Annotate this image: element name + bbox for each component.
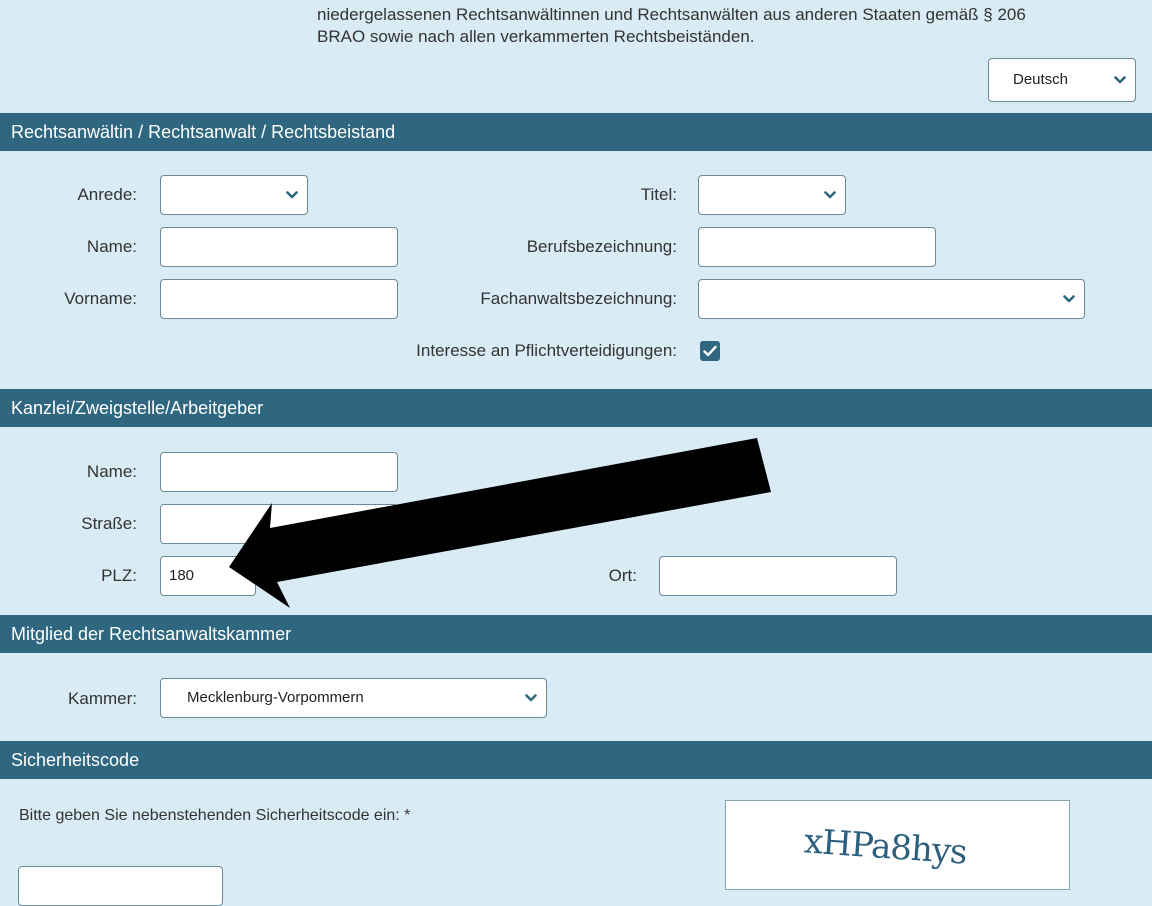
- intro-line-1: niedergelassenen Rechtsanwältinnen und R…: [317, 5, 1026, 24]
- fachanwaltsbezeichnung-label: Fachanwaltsbezeichnung:: [480, 289, 677, 308]
- captcha-input[interactable]: [18, 866, 223, 906]
- intro-line-2: BRAO sowie nach allen verkammerten Recht…: [317, 27, 755, 46]
- chevron-down-icon: [281, 184, 303, 206]
- kammer-select[interactable]: Mecklenburg-Vorpommern: [160, 678, 547, 718]
- captcha-prompt: Bitte geben Sie nebenstehenden Sicherhei…: [19, 807, 411, 824]
- kanzlei-name-label: Name:: [86, 462, 137, 481]
- plz-value: 180: [169, 567, 195, 584]
- plz-label: PLZ:: [101, 566, 137, 585]
- pflichtverteidigung-checkbox[interactable]: [700, 341, 720, 361]
- captcha-text: xHPa8hys: [802, 821, 968, 873]
- section-header-kammer: Mitglied der Rechtsanwaltskammer: [0, 615, 1152, 653]
- captcha-image: xHPa8hys: [725, 800, 1070, 890]
- plz-input[interactable]: 180: [160, 556, 256, 596]
- kammer-label: Kammer:: [68, 689, 137, 708]
- anrede-select[interactable]: [160, 175, 308, 215]
- name-input[interactable]: [160, 227, 398, 267]
- language-select-value: Deutsch: [1013, 71, 1069, 88]
- pflichtverteidigung-label: Interesse an Pflichtverteidigungen:: [416, 341, 677, 360]
- berufsbezeichnung-input[interactable]: [698, 227, 936, 267]
- section-header-sicherheitscode: Sicherheitscode: [0, 741, 1152, 779]
- chevron-down-icon: [1058, 288, 1080, 310]
- name-label: Name:: [86, 237, 137, 256]
- section-header-kanzlei: Kanzlei/Zweigstelle/Arbeitgeber: [0, 389, 1152, 427]
- ort-label: Ort:: [608, 566, 637, 585]
- titel-select[interactable]: [698, 175, 846, 215]
- kanzlei-name-input[interactable]: [160, 452, 398, 492]
- intro-text: niedergelassenen Rechtsanwältinnen und R…: [317, 4, 1137, 48]
- chevron-down-icon: [1109, 69, 1131, 91]
- anrede-label: Anrede:: [77, 185, 137, 204]
- strasse-label: Straße:: [81, 514, 137, 533]
- language-select[interactable]: Deutsch: [988, 58, 1136, 102]
- section-header-person: Rechtsanwältin / Rechtsanwalt / Rechtsbe…: [0, 113, 1152, 151]
- vorname-label: Vorname:: [64, 289, 137, 308]
- kammer-select-value: Mecklenburg-Vorpommern: [187, 689, 364, 706]
- strasse-input[interactable]: [160, 504, 398, 544]
- ort-input[interactable]: [659, 556, 897, 596]
- chevron-down-icon: [520, 687, 542, 709]
- chevron-down-icon: [819, 184, 841, 206]
- vorname-input[interactable]: [160, 279, 398, 319]
- checkmark-icon: [703, 345, 717, 357]
- fachanwaltsbezeichnung-select[interactable]: [698, 279, 1085, 319]
- titel-label: Titel:: [640, 185, 677, 204]
- berufsbezeichnung-label: Berufsbezeichnung:: [526, 237, 677, 256]
